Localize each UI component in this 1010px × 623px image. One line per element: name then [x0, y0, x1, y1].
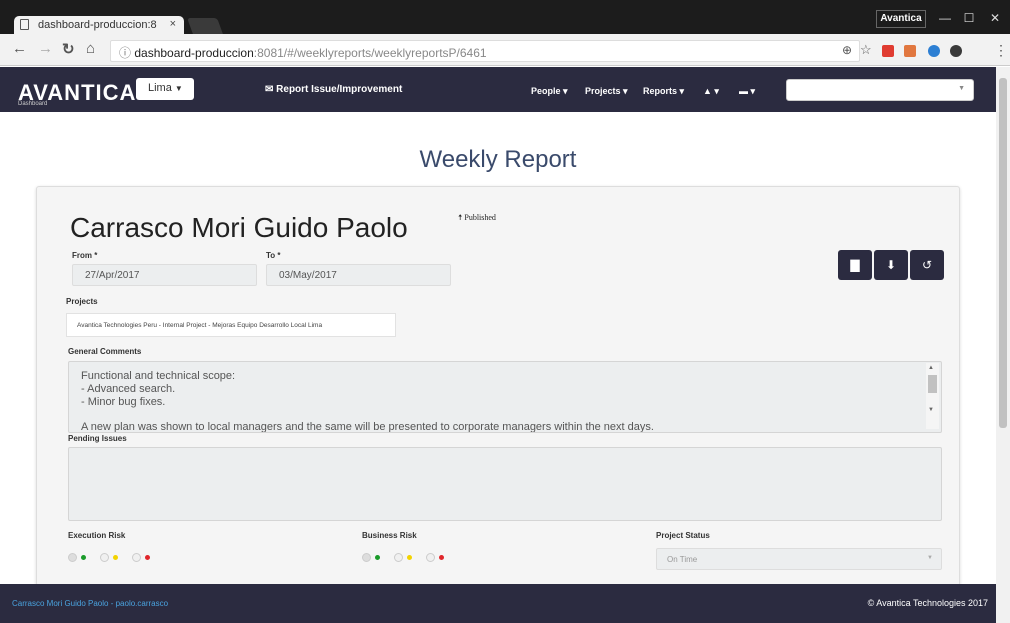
business-risk-label: Business Risk [362, 531, 417, 540]
extension-orange-icon[interactable] [904, 45, 916, 57]
menu-kebab-icon[interactable]: ⋮ [994, 42, 1008, 59]
footer-copyright: © Avantica Technologies 2017 [867, 598, 988, 608]
comment-blank-line [81, 409, 941, 421]
url-host: dashboard-produccion [134, 46, 254, 60]
close-tab-icon[interactable]: × [170, 18, 176, 30]
arrow-down-icon: ⬇ [885, 258, 897, 272]
document-icon [20, 19, 29, 30]
published-status: 🠅 Published [458, 213, 496, 222]
pending-issues-textarea[interactable] [68, 447, 942, 521]
minimize-icon[interactable]: — [934, 9, 956, 27]
nav-people[interactable]: People ▾ [531, 86, 568, 97]
star-icon[interactable]: ☆ [860, 42, 872, 58]
page-title: Weekly Report [419, 146, 577, 173]
project-status-select[interactable]: On Time ▼ [656, 548, 942, 570]
url-bar[interactable]: ⓘ dashboard-produccion:8081/#/weeklyrepo… [110, 40, 860, 62]
nav-language-menu[interactable]: ▬ ▾ [739, 86, 755, 97]
footer-user-link[interactable]: Carrasco Mori Guido Paolo - paolo.carras… [12, 599, 168, 608]
red-dot-icon [145, 555, 150, 560]
extension-blue-icon[interactable] [928, 45, 940, 57]
exec-risk-green-radio[interactable] [68, 553, 77, 562]
profile-button[interactable]: Avantica [876, 10, 926, 28]
download-button[interactable]: ⬇ [874, 250, 908, 280]
project-status-value: On Time [667, 555, 698, 564]
caret-down-icon: ▼ [174, 84, 183, 93]
from-date-field[interactable]: 27/Apr/2017 [72, 264, 257, 286]
exec-risk-red-radio[interactable] [132, 553, 141, 562]
nav-projects[interactable]: Projects ▾ [585, 86, 628, 97]
maximize-icon[interactable]: ☐ [958, 9, 980, 27]
business-risk-red-radio[interactable] [426, 553, 435, 562]
projects-label: Projects [66, 297, 98, 306]
pending-issues-label: Pending Issues [68, 434, 127, 443]
caret-down-icon: ▼ [958, 85, 965, 92]
yellow-dot-icon [407, 555, 412, 560]
logo-subtitle: Dashboard [18, 101, 48, 107]
history-icon: ↺ [921, 258, 933, 272]
scrollbar-thumb[interactable] [999, 78, 1007, 428]
exec-risk-yellow-radio[interactable] [100, 553, 109, 562]
document-icon: ▇ [850, 258, 860, 272]
green-dot-icon [81, 555, 86, 560]
person-name: Carrasco Mori Guido Paolo [70, 212, 408, 243]
general-comments-label: General Comments [68, 347, 142, 356]
scroll-down-icon[interactable]: ▼ [928, 407, 934, 413]
forward-icon[interactable]: → [38, 40, 53, 57]
url-path: :8081/#/weeklyreports/weeklyreportsP/646… [253, 46, 487, 60]
extension-red-icon[interactable] [882, 45, 894, 57]
comments-scrollbar[interactable]: ▲ ▼ [926, 363, 939, 429]
comment-line: - Minor bug fixes. [81, 396, 166, 408]
comment-line: A new plan was shown to local managers a… [81, 421, 654, 433]
window-close-icon[interactable]: ✕ [984, 9, 1006, 27]
project-item[interactable]: Avantica Technologies Peru - Internal Pr… [66, 313, 396, 337]
report-issue-link[interactable]: ✉ Report Issue/Improvement [265, 84, 402, 95]
tab-title: dashboard-produccion:8 [38, 19, 157, 31]
comment-line: Functional and technical scope: [81, 370, 236, 382]
city-value: Lima [148, 82, 172, 94]
red-dot-icon [439, 555, 444, 560]
city-select[interactable]: Lima ▼ [136, 78, 194, 100]
nav-user-menu[interactable]: ▲ ▾ [703, 86, 719, 97]
to-label: To * [266, 251, 281, 260]
home-icon[interactable]: ⌂ [86, 40, 95, 57]
project-status-label: Project Status [656, 531, 710, 540]
back-icon[interactable]: ← [12, 40, 27, 57]
business-risk-green-radio[interactable] [362, 553, 371, 562]
scroll-up-icon[interactable]: ▲ [928, 365, 934, 371]
business-risk-yellow-radio[interactable] [394, 553, 403, 562]
comments-scroll-thumb[interactable] [928, 375, 937, 393]
browser-tab[interactable]: dashboard-produccion:8 × [14, 16, 184, 34]
to-date-field[interactable]: 03/May/2017 [266, 264, 451, 286]
yellow-dot-icon [113, 555, 118, 560]
info-icon: ⓘ [119, 46, 135, 60]
reload-icon[interactable]: ↻ [62, 40, 75, 58]
execution-risk-label: Execution Risk [68, 531, 126, 540]
nav-reports[interactable]: Reports ▾ [643, 86, 684, 97]
from-label: From * [72, 251, 98, 260]
search-select[interactable]: ▼ [786, 79, 974, 101]
caret-down-icon: ▼ [927, 555, 933, 561]
green-dot-icon [375, 555, 380, 560]
new-tab-button[interactable] [187, 18, 223, 34]
general-comments-textarea[interactable]: Functional and technical scope: - Advanc… [68, 361, 942, 433]
comment-line: - Advanced search. [81, 383, 176, 395]
history-button[interactable]: ↺ [910, 250, 944, 280]
zoom-icon[interactable]: ⊕ [842, 43, 852, 57]
extension-dark-icon[interactable] [950, 45, 962, 57]
document-button[interactable]: ▇ [838, 250, 872, 280]
